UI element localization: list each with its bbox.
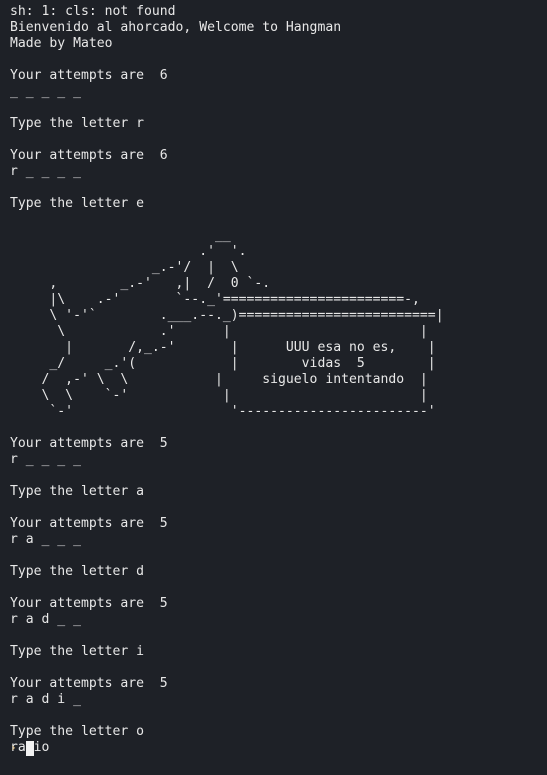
terminal-line: r a d i _: [10, 692, 81, 707]
terminal-line: Your attempts are 5: [10, 676, 168, 691]
terminal-line: |\ .-' `--._'=======================-,: [10, 292, 420, 307]
terminal-line: , _.-' ,| / 0 `-.: [10, 276, 271, 291]
terminal-line: Your attempts are 5: [10, 596, 168, 611]
terminal-line: r a _ _ _: [10, 532, 81, 547]
terminal-line: | /,_.-' | UUU esa no es, |: [10, 340, 436, 355]
terminal-line: __: [10, 228, 231, 243]
terminal-line: \ '-'` .___.--._)=======================…: [10, 308, 444, 323]
terminal-line: Type the letter d: [10, 564, 145, 579]
terminal-line: Your attempts are 6: [10, 68, 168, 83]
terminal-line: \ .' | |: [10, 324, 428, 339]
terminal-line: radio: [10, 740, 444, 756]
terminal-line: Type the letter e: [10, 196, 145, 211]
prompt-chevron-icon: ›: [10, 741, 17, 754]
terminal-line: Type the letter o: [10, 724, 145, 739]
terminal-line: _/ _.'( | vidas 5 |: [10, 356, 436, 371]
terminal-line: r a d _ _: [10, 612, 81, 627]
terminal-line: Made by Mateo: [10, 36, 113, 51]
terminal-line: _ _ _ _ _: [10, 84, 81, 99]
text-cursor[interactable]: [26, 740, 34, 756]
terminal-line: r _ _ _ _: [10, 452, 81, 467]
terminal-line: `-' '------------------------': [10, 404, 436, 419]
terminal-line: _.-'/ | \: [10, 260, 239, 275]
prompt-line[interactable]: ›: [10, 740, 34, 756]
terminal-line: Bienvenido al ahorcado, Welcome to Hangm…: [10, 20, 342, 35]
terminal-line: Your attempts are 5: [10, 516, 168, 531]
terminal-window[interactable]: sh: 1: cls: not found Bienvenido al ahorc…: [0, 0, 547, 775]
terminal-line: r _ _ _ _: [10, 164, 81, 179]
terminal-output: sh: 1: cls: not found Bienvenido al ahorc…: [10, 4, 444, 756]
terminal-line: Type the letter r: [10, 116, 145, 131]
terminal-line: Type the letter i: [10, 644, 145, 659]
terminal-line: \ \ `-' | |: [10, 388, 428, 403]
terminal-line: .' '.: [10, 244, 247, 259]
terminal-line: Your attempts are 6: [10, 148, 168, 163]
terminal-line: Your attempts are 5: [10, 436, 168, 451]
terminal-line: / ,-' \ \ | siguelo intentando |: [10, 372, 428, 387]
terminal-line: sh: 1: cls: not found: [10, 4, 176, 19]
terminal-line: Type the letter a: [10, 484, 145, 499]
